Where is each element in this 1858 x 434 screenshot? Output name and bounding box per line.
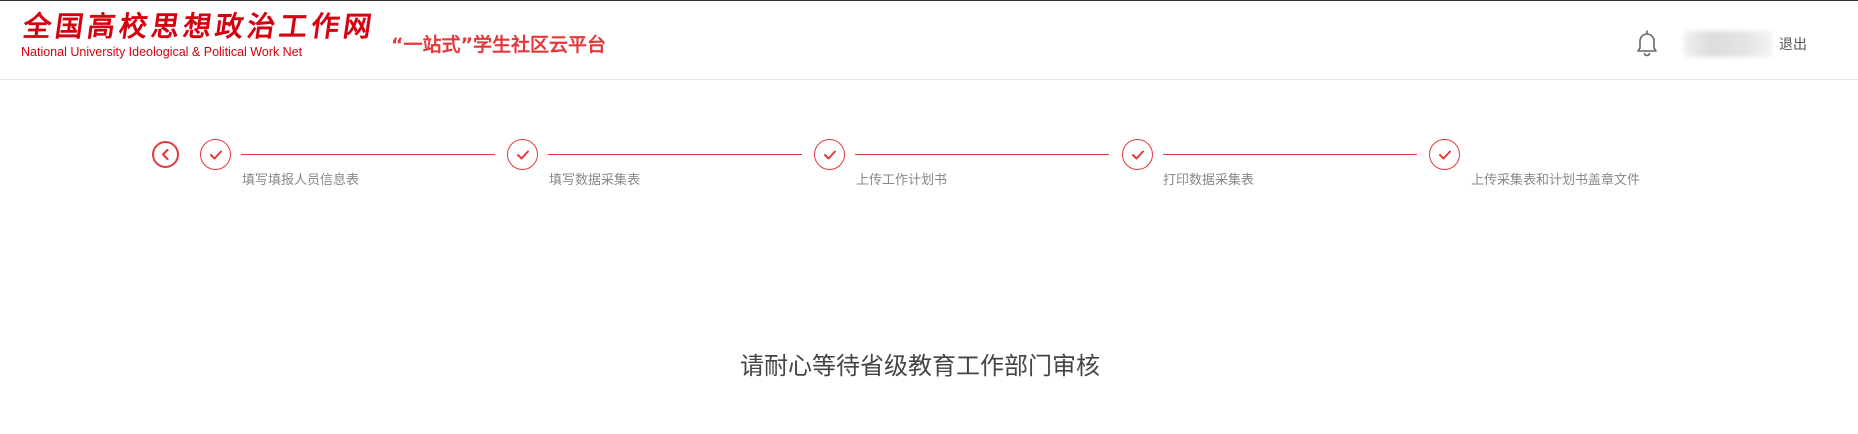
step-1-label: 填写填报人员信息表 — [242, 173, 360, 188]
step-3-connector — [855, 154, 1109, 155]
user-name-blurred[interactable] — [1684, 31, 1772, 57]
check-icon — [1439, 150, 1451, 160]
review-waiting-message: 请耐心等待省级教育工作部门审核 — [740, 352, 1100, 380]
step-3-done-indicator — [814, 139, 845, 170]
step-5-label: 上传采集表和计划书盖章文件 — [1471, 173, 1641, 188]
step-2-connector — [548, 154, 802, 155]
logo-english-text: National University Ideological & Politi… — [21, 45, 303, 59]
step-1-connector — [241, 154, 495, 155]
check-icon — [517, 150, 529, 160]
back-button[interactable] — [152, 141, 179, 168]
chevron-left-icon — [161, 148, 169, 161]
step-1-done-indicator — [200, 139, 231, 170]
check-icon — [210, 150, 222, 160]
step-4-connector — [1163, 154, 1417, 155]
check-icon — [824, 150, 836, 160]
check-icon — [1132, 150, 1144, 160]
logo-chinese-text: 全国高校思想政治工作网 — [21, 10, 378, 43]
logout-link[interactable]: 退出 — [1779, 36, 1807, 54]
step-4-label: 打印数据采集表 — [1163, 173, 1255, 188]
step-3-label: 上传工作计划书 — [856, 173, 948, 188]
step-5-done-indicator — [1429, 139, 1460, 170]
site-logo[interactable]: 全国高校思想政治工作网 National University Ideologi… — [21, 10, 378, 61]
bell-icon[interactable] — [1636, 29, 1658, 57]
step-4-done-indicator — [1122, 139, 1153, 170]
step-2-label: 填写数据采集表 — [549, 173, 641, 188]
step-2-done-indicator — [507, 139, 538, 170]
platform-title: “一站式”学生社区云平台 — [391, 34, 606, 56]
site-header: 全国高校思想政治工作网 National University Ideologi… — [0, 1, 1858, 80]
